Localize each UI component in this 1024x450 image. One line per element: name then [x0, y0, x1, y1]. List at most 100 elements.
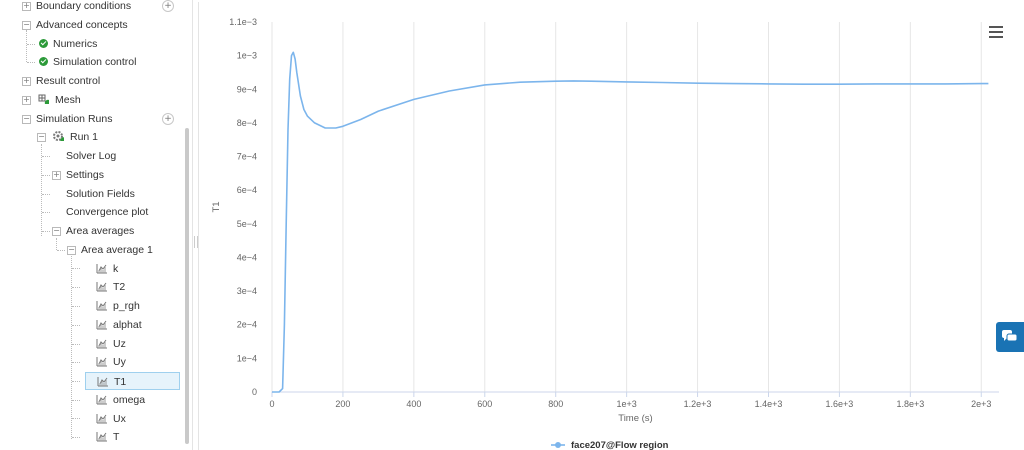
- tree-connector-line: [72, 268, 80, 269]
- x-tick-label: 1.6e+3: [826, 399, 854, 409]
- tree-item-uy[interactable]: Uy: [0, 353, 180, 371]
- expand-icon[interactable]: +: [22, 2, 31, 11]
- tree-item-label: k: [113, 262, 119, 275]
- y-tick-label: 4e−4: [237, 252, 257, 262]
- tree-connector-line: [72, 344, 80, 345]
- tree-connector-line: [56, 238, 57, 250]
- tree-item-label: Boundary conditions: [36, 0, 132, 12]
- y-tick-label: 7e−4: [237, 152, 257, 162]
- line-chart-icon: [96, 319, 107, 330]
- x-tick-label: 1e+3: [616, 399, 636, 409]
- tree-item-label: Uy: [113, 356, 126, 369]
- add-button[interactable]: +: [162, 112, 174, 125]
- tree-connector-line: [72, 437, 80, 438]
- y-tick-label: 1e−4: [237, 353, 257, 363]
- expand-icon[interactable]: +: [52, 170, 61, 180]
- collapse-icon[interactable]: −: [22, 114, 31, 124]
- tree-item-omega[interactable]: omega: [0, 391, 180, 409]
- chart-menu-icon[interactable]: [989, 26, 1003, 38]
- tree-item-alphat[interactable]: alphat: [0, 316, 180, 334]
- legend-symbol-marker[interactable]: [555, 442, 561, 448]
- legend-item-label[interactable]: face207@Flow region: [571, 440, 669, 450]
- series-line: [272, 51, 989, 393]
- check-icon: [39, 38, 48, 48]
- tree-item-label: Run 1: [70, 131, 99, 144]
- tree-item-label: p_rgh: [113, 300, 140, 312]
- y-tick-label: 3e−4: [237, 286, 257, 296]
- tree-connector-line: [42, 212, 50, 213]
- tree-item-t2[interactable]: T2: [0, 278, 180, 296]
- tree-connector-line: [42, 231, 50, 232]
- line-chart: 0 200 400 600 800 1e+3 1.2e+3 1.4e+3 1.6e+3 1.8e+…: [211, 17, 999, 450]
- x-tick-label: 0: [269, 399, 274, 409]
- tree-connector-line: [42, 156, 50, 157]
- tree-scrollbar[interactable]: [185, 128, 189, 444]
- add-button[interactable]: +: [162, 0, 174, 12]
- tree-connector-line: [72, 325, 80, 326]
- tree-connector-line: [42, 175, 50, 176]
- tree-item-convergence-plot[interactable]: Convergence plot: [0, 203, 180, 221]
- x-tick-label: 1.4e+3: [755, 399, 783, 409]
- tree-item-result-control[interactable]: + Result control: [0, 72, 180, 90]
- tree-item-uz[interactable]: Uz: [0, 335, 180, 353]
- line-chart-icon: [97, 377, 108, 387]
- chart-panel: 0 200 400 600 800 1e+3 1.2e+3 1.4e+3 1.6e+3 1.8e+…: [198, 2, 1019, 450]
- x-tick-label: 1.2e+3: [684, 399, 712, 409]
- y-tick-label: 5e−4: [237, 219, 257, 229]
- tree-item-label: Area average 1: [81, 243, 153, 256]
- tree-item-label: Solver Log: [66, 150, 117, 162]
- x-tick-label: 1.8e+3: [896, 399, 924, 409]
- y-tick-label: 0: [252, 387, 257, 397]
- tree-item-run-1[interactable]: − Run 1: [0, 128, 180, 146]
- tree-connector-line: [27, 62, 35, 63]
- tree-item-label: Solution Fields: [66, 187, 135, 200]
- tree-item-solver-log[interactable]: Solver Log: [0, 147, 180, 165]
- y-axis-title: T1: [211, 201, 222, 212]
- tree-item-advanced-concepts[interactable]: − Advanced concepts: [0, 16, 180, 34]
- line-chart-icon: [96, 357, 107, 367]
- collapse-icon[interactable]: −: [22, 20, 31, 30]
- tree-item-boundary-conditions[interactable]: + + Boundary conditions: [0, 0, 180, 15]
- y-tick-label: 9e−4: [237, 84, 257, 94]
- tree-item-area-average-1[interactable]: − Area average 1: [0, 241, 180, 259]
- x-tick-label: 400: [406, 399, 421, 409]
- tree-item-settings[interactable]: + Settings: [0, 166, 180, 184]
- line-chart-icon: [96, 338, 107, 348]
- tree-item-label: T2: [113, 281, 126, 294]
- expand-icon[interactable]: +: [22, 95, 31, 105]
- tree-item-mesh[interactable]: + Mesh: [0, 91, 180, 109]
- tree-item-label: Result control: [36, 75, 101, 87]
- tree-item-simulation-runs[interactable]: − + Simulation Runs: [0, 110, 180, 128]
- tree-item-ux[interactable]: Ux: [0, 410, 180, 428]
- collapse-icon[interactable]: −: [37, 133, 46, 143]
- x-tick-label: 200: [335, 399, 350, 409]
- y-tick-label: 1.1e−3: [229, 17, 257, 27]
- tree-item-label: Simulation Runs: [36, 112, 113, 125]
- tree-item-label: Mesh: [55, 93, 81, 106]
- tree-item-area-averages[interactable]: − Area averages: [0, 222, 180, 240]
- y-tick-label: 6e−4: [237, 185, 257, 195]
- tree-item-label: Settings: [66, 168, 104, 181]
- y-tick-label: 8e−4: [237, 118, 257, 128]
- tree-item-k[interactable]: k: [0, 260, 180, 278]
- mesh-icon: [38, 94, 49, 104]
- collapse-icon[interactable]: −: [52, 227, 61, 236]
- tree-connector-line: [57, 250, 65, 251]
- y-tick-label: 2e−4: [237, 320, 257, 330]
- line-chart-icon: [96, 413, 107, 423]
- x-tick-label: 600: [477, 399, 492, 409]
- tree-item-label: Uz: [113, 337, 126, 350]
- collapse-icon[interactable]: −: [67, 245, 76, 255]
- chat-button[interactable]: [996, 322, 1024, 352]
- y-tick-label: 1e−3: [237, 51, 257, 61]
- line-chart-icon: [96, 432, 107, 442]
- tree-item-p-rgh[interactable]: p_rgh: [0, 297, 180, 315]
- simulation-tree-panel: + + Boundary conditions − Advanced concepts N…: [0, 0, 193, 450]
- tree-item-label: Convergence plot: [66, 206, 149, 219]
- tree-item-t1[interactable]: T1: [85, 372, 180, 390]
- tree-item-solution-fields[interactable]: Solution Fields: [0, 185, 180, 203]
- tree-connector-line: [72, 306, 80, 307]
- expand-icon[interactable]: +: [22, 77, 31, 86]
- tree-item-t[interactable]: T: [0, 428, 180, 446]
- tree-connector-line: [27, 44, 35, 45]
